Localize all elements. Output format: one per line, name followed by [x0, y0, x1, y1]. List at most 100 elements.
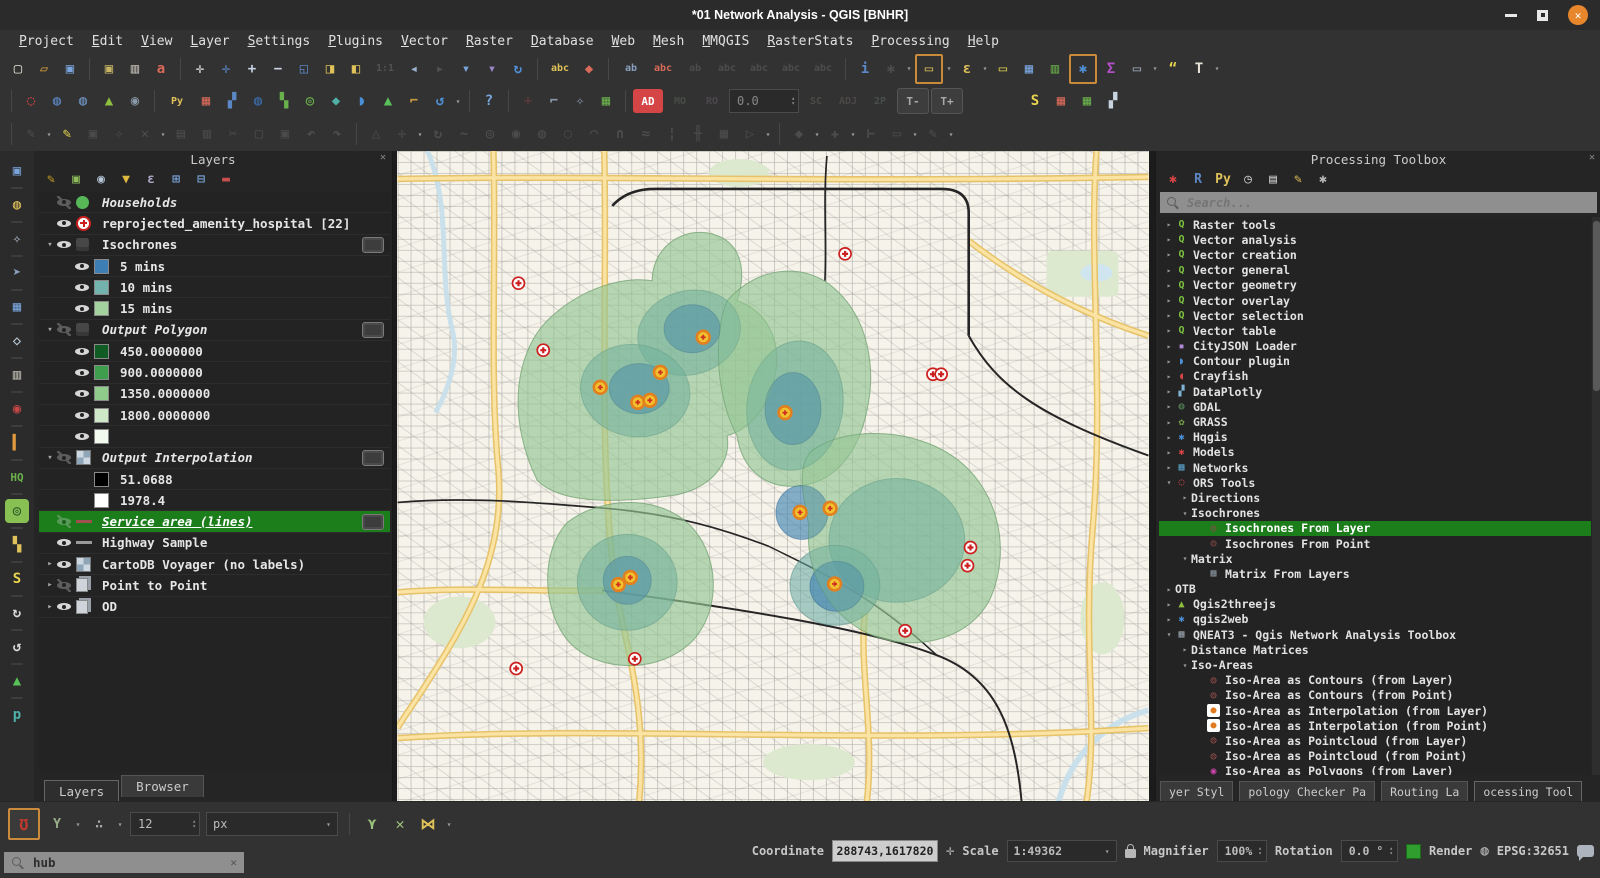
layer-row[interactable]: 900.0000000	[39, 362, 390, 383]
toolbox-item[interactable]: ▸✱qgis2web	[1159, 612, 1591, 627]
search-layers-icon[interactable]: ◉	[123, 89, 147, 113]
render-checkbox[interactable]	[1406, 844, 1421, 859]
show-bookmarks-icon[interactable]: ▾	[480, 57, 504, 81]
profile-hammer-icon[interactable]: ⌐	[402, 89, 426, 113]
run-feature-action-dropdown[interactable]: ▾	[905, 64, 913, 73]
layer-indicator-icon[interactable]	[362, 450, 384, 466]
toolbox-item[interactable]: ◉Iso-Area as Polygons (from Layer)	[1159, 764, 1591, 775]
refresh-plugin-icon[interactable]: ↻	[5, 601, 29, 625]
profile-plot-icon[interactable]: ▞	[1101, 89, 1125, 113]
snapping-mode-icon[interactable]: Y	[46, 813, 68, 835]
toolbox-item[interactable]: ◎Iso-Area as Pointcloud (from Point)	[1159, 749, 1591, 764]
visibility-eye-icon[interactable]	[75, 430, 89, 443]
toolbox-item[interactable]: ▸QVector geometry	[1159, 278, 1591, 293]
style-manager-icon[interactable]: a	[149, 57, 173, 81]
scrollbar-thumb[interactable]	[1593, 221, 1600, 391]
measure-line-dropdown[interactable]: ▾	[1151, 64, 1159, 73]
open-layer-styling-icon[interactable]: ✎	[42, 171, 60, 189]
refresh-map-icon[interactable]: ↻	[506, 57, 530, 81]
undo-map-icon[interactable]: ↺	[428, 89, 452, 113]
expander-icon[interactable]: ▸	[1163, 433, 1175, 442]
expander-icon[interactable]: ▸	[43, 580, 57, 590]
metasearch-icon[interactable]: ◍	[71, 89, 95, 113]
toolbox-item[interactable]: ▸▦Networks	[1159, 460, 1591, 475]
expander-icon[interactable]: ▾	[1179, 661, 1191, 670]
layer-row[interactable]: Highway Sample	[39, 533, 390, 554]
visibility-eye-icon[interactable]	[75, 281, 89, 294]
menu-edit[interactable]: Edit	[83, 33, 132, 50]
menu-help[interactable]: Help	[959, 33, 1008, 50]
new-bookmark-icon[interactable]: ▾	[454, 57, 478, 81]
expand-all-icon[interactable]: ⊞	[167, 171, 185, 189]
ors-tools-icon[interactable]: ◌	[19, 89, 43, 113]
help-contents-icon[interactable]: ?	[477, 89, 501, 113]
expander-icon[interactable]: ▾	[43, 453, 57, 463]
menu-mesh[interactable]: Mesh	[644, 33, 693, 50]
expander-icon[interactable]: ▸	[1179, 645, 1191, 654]
layout-manager-icon[interactable]: ▥	[123, 57, 147, 81]
expander-icon[interactable]: ▸	[1163, 250, 1175, 259]
visibility-eye-icon[interactable]	[75, 409, 89, 422]
expander-icon[interactable]: ▸	[1163, 387, 1175, 396]
toolbox-item[interactable]: ◎Iso-Area as Contours (from Layer)	[1159, 673, 1591, 688]
toolbox-item[interactable]: ▾Matrix	[1159, 551, 1591, 566]
expander-icon[interactable]: ▸	[1163, 342, 1175, 351]
expander-icon[interactable]: ▸	[1163, 418, 1175, 427]
highlight-labels-icon[interactable]: abc	[648, 57, 678, 81]
layer-indicator-icon[interactable]	[362, 322, 384, 338]
expander-icon[interactable]: ▸	[1163, 372, 1175, 381]
copy-move-feature-dropdown[interactable]: ▾	[911, 130, 919, 139]
history-icon[interactable]: ◷	[1239, 171, 1257, 189]
feather-plugin-icon[interactable]: ➤	[5, 261, 29, 285]
toolbox-item[interactable]: ◎Iso-Area as Contours (from Point)	[1159, 688, 1591, 703]
menu-mmqgis[interactable]: MMQGIS	[693, 33, 758, 50]
expander-icon[interactable]: ▸	[1163, 266, 1175, 275]
level-tool-icon[interactable]: ⌐	[542, 89, 566, 113]
menu-raster[interactable]: Raster	[457, 33, 522, 50]
toolbox-item[interactable]: ▸QVector overlay	[1159, 293, 1591, 308]
deselect-features-icon[interactable]: ▭	[991, 57, 1015, 81]
scale-combo[interactable]: 1:49362 ▾	[1007, 840, 1117, 862]
crs-globe-icon[interactable]: ◍	[1480, 843, 1488, 859]
enable-snapping-button[interactable]: Ω	[8, 808, 40, 840]
toolbox-scrollbar[interactable]	[1592, 217, 1600, 775]
layer-row[interactable]: ▾Isochrones	[39, 235, 390, 256]
globe-view-icon[interactable]: ◍	[246, 89, 270, 113]
expander-icon[interactable]: ▸	[1163, 615, 1175, 624]
menu-plugins[interactable]: Plugins	[319, 33, 392, 50]
toolbox-item[interactable]: ▸QVector general	[1159, 263, 1591, 278]
expander-icon[interactable]: ▸	[1163, 281, 1175, 290]
snapping-units-combo[interactable]: px ▾	[206, 812, 338, 836]
toolbox-close-icon[interactable]: ✕	[1589, 152, 1595, 163]
toolbox-item[interactable]: ▸◖Crayfish	[1159, 369, 1591, 384]
toolbox-item[interactable]: ▸QVector selection	[1159, 308, 1591, 323]
undo-circle-plugin-icon[interactable]: ↺	[5, 635, 29, 659]
contour-tool-icon[interactable]: ◗	[350, 89, 374, 113]
visibility-eye-icon[interactable]	[57, 217, 71, 230]
toolbox-item[interactable]: ◎Isochrones From Layer	[1159, 521, 1591, 536]
models-menu-icon[interactable]: ✱	[1164, 171, 1182, 189]
layers-panel-close-icon[interactable]: ✕	[380, 152, 386, 163]
show-statistical-summary-icon[interactable]: Σ	[1099, 57, 1123, 81]
snapping-tolerance-spin[interactable]: 12 ▴▾	[130, 812, 200, 836]
expander-icon[interactable]: ▾	[1179, 554, 1191, 563]
dock-tab-4[interactable]: ocessing Tool	[1474, 781, 1582, 802]
options-wrench-icon[interactable]: ✱	[1314, 171, 1332, 189]
close-button[interactable]: ✕	[1568, 5, 1588, 25]
layer-row[interactable]: ▾Output Polygon	[39, 320, 390, 341]
select-by-expression-icon[interactable]: ε	[955, 57, 979, 81]
open-attribute-table-icon[interactable]: ▦	[1017, 57, 1041, 81]
expander-icon[interactable]: ▸	[1163, 585, 1175, 594]
toolbox-item[interactable]: ▸◗Contour plugin	[1159, 354, 1591, 369]
layer-row[interactable]: ▾Output Interpolation	[39, 448, 390, 469]
expander-icon[interactable]: ▾	[1163, 478, 1175, 487]
add-group-icon[interactable]: ▣	[67, 171, 85, 189]
text-bigger-icon[interactable]: T+	[931, 88, 963, 114]
p-circle-plugin-icon[interactable]: p	[5, 703, 29, 727]
layer-row[interactable]: Service area (lines)	[39, 511, 390, 532]
expander-icon[interactable]: ▸	[1163, 600, 1175, 609]
toolbox-item[interactable]: ▾Isochrones	[1159, 506, 1591, 521]
layer-row[interactable]: 1350.0000000	[39, 384, 390, 405]
statistics-abacus-icon[interactable]: ▥	[1043, 57, 1067, 81]
toolbox-item[interactable]: ▾▦QNEAT3 - Qgis Network Analysis Toolbox	[1159, 627, 1591, 642]
